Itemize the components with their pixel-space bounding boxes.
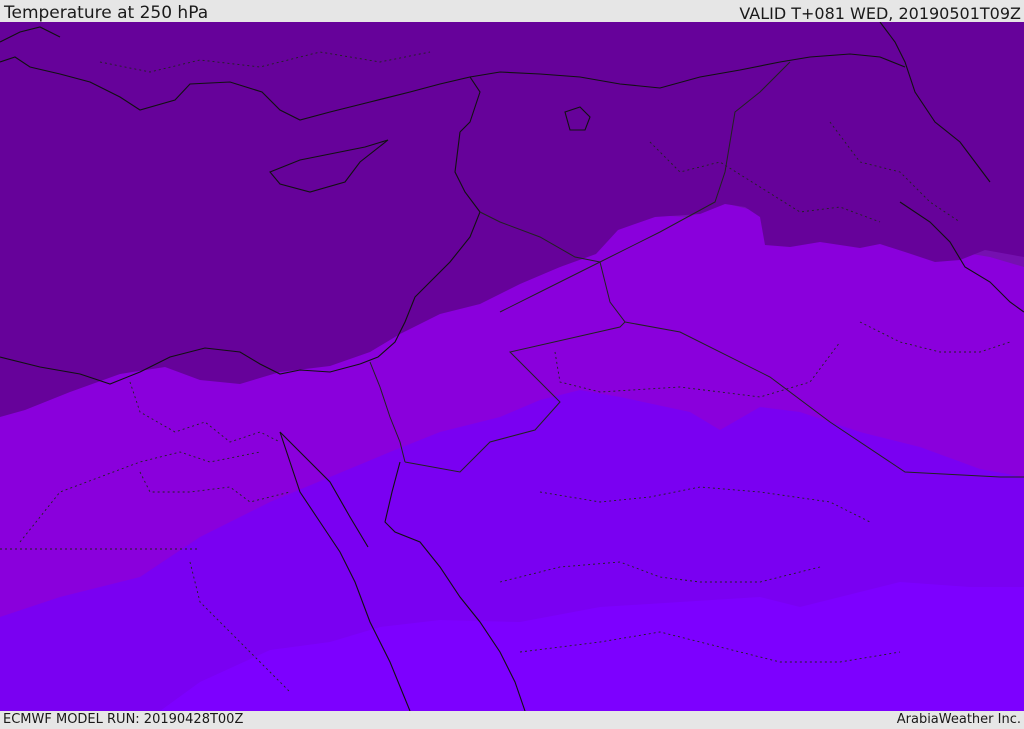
weather-map-view: Temperature at 250 hPa VALID T+081 WED, … xyxy=(0,0,1024,729)
header-bar: Temperature at 250 hPa VALID T+081 WED, … xyxy=(0,0,1024,23)
map-canvas[interactable] xyxy=(0,22,1024,711)
footer-bar: ECMWF MODEL RUN: 20190428T00Z ArabiaWeat… xyxy=(0,711,1024,729)
valid-time-label: VALID T+081 WED, 20190501T09Z xyxy=(739,4,1021,23)
provider-label: ArabiaWeather Inc. xyxy=(896,712,1021,727)
model-run-label: ECMWF MODEL RUN: 20190428T00Z xyxy=(3,712,244,727)
map-svg xyxy=(0,22,1024,711)
map-title: Temperature at 250 hPa xyxy=(4,3,209,23)
